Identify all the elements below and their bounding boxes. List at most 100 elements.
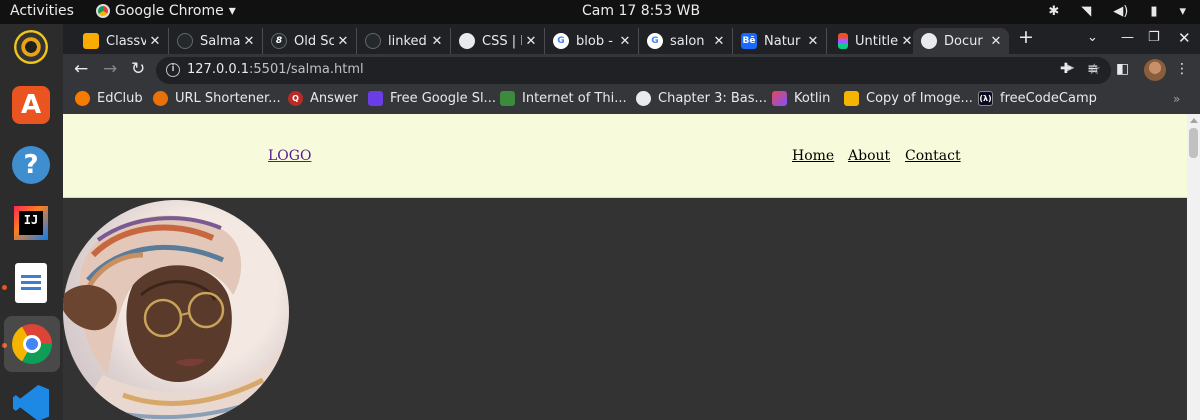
bookmark-freecodecamp[interactable]: (λ) freeCodeCamp: [978, 91, 1097, 106]
bookmark-internet-of-things[interactable]: Internet of Thi...: [500, 91, 627, 106]
tab-7[interactable]: G salon ✕: [639, 28, 733, 54]
bookmark-url-shortener[interactable]: URL Shortener...: [153, 91, 281, 106]
chrome-menu-icon[interactable]: ⋮: [1175, 61, 1189, 77]
nav-about-link[interactable]: About: [848, 148, 890, 164]
dock-vscode[interactable]: [8, 380, 54, 420]
media-controls-icon[interactable]: ≡: [1087, 61, 1099, 77]
profile-photo: [63, 200, 289, 420]
tab-9[interactable]: Untitle ✕: [827, 28, 921, 54]
github-icon: [177, 33, 193, 49]
new-tab-button[interactable]: +: [1018, 26, 1034, 48]
url-host: 127.0.0.1: [187, 62, 250, 77]
globe-icon: [459, 33, 475, 49]
bookmark-edclub[interactable]: EdClub: [75, 91, 143, 106]
tab-10-active[interactable]: Docur ✕: [913, 28, 1009, 54]
back-arrow-icon[interactable]: ←: [74, 59, 88, 79]
tab-3[interactable]: 8 Old Sc ✕: [263, 28, 357, 54]
nav-home-link[interactable]: Home: [792, 148, 834, 164]
bookmark-label: Copy of Imoge...: [866, 91, 973, 106]
tab-6[interactable]: G blob - ✕: [545, 28, 639, 54]
volume-icon[interactable]: ◀): [1113, 4, 1128, 19]
tab-8[interactable]: Bē Natur ✕: [733, 28, 827, 54]
profile-avatar[interactable]: [1144, 59, 1166, 81]
tab-strip: Classv ✕ Salma ✕ 8 Old Sc ✕ linked ✕ CSS…: [63, 24, 1200, 54]
dock-help[interactable]: ?: [8, 142, 54, 188]
close-tab-icon[interactable]: ✕: [146, 34, 164, 49]
software-center-icon: A: [12, 86, 50, 124]
url-text[interactable]: 127.0.0.1:5501/salma.html: [187, 62, 364, 77]
tab-2[interactable]: Salma ✕: [169, 28, 263, 54]
document-icon: [15, 263, 47, 303]
tab-search-icon[interactable]: ⌄: [1087, 30, 1098, 45]
edclub-icon: [75, 91, 90, 106]
page-scrollbar[interactable]: [1187, 114, 1200, 420]
chrome-icon: [12, 324, 52, 364]
nav-contact-link[interactable]: Contact: [905, 148, 961, 164]
running-indicator: [2, 285, 7, 290]
tab-1[interactable]: Classv ✕: [75, 28, 169, 54]
dock-document-viewer[interactable]: [8, 260, 54, 306]
tab-5[interactable]: CSS | li ✕: [451, 28, 545, 54]
system-top-bar: Activities Google Chrome ▾ Cam 17 8:53 W…: [0, 0, 1200, 24]
bookmark-label: URL Shortener...: [175, 91, 281, 106]
chrome-small-icon: [96, 4, 110, 18]
help-icon: ?: [12, 146, 50, 184]
more-bookmarks-icon[interactable]: »: [1173, 92, 1180, 106]
globe-icon: [921, 33, 937, 49]
bookmark-label: Internet of Thi...: [522, 91, 627, 106]
close-tab-icon[interactable]: ✕: [334, 34, 352, 49]
scroll-up-arrow-icon[interactable]: [1190, 118, 1198, 123]
system-clock[interactable]: Cam 17 8:53 WB: [582, 3, 700, 19]
system-menu-arrow-icon[interactable]: ▾: [1179, 4, 1186, 19]
tab-4[interactable]: linked ✕: [357, 28, 451, 54]
dock-chrome[interactable]: [4, 316, 60, 372]
restore-button[interactable]: ❐: [1148, 30, 1160, 45]
intellij-icon: IJ: [14, 206, 48, 240]
freecodecamp-icon: (λ): [978, 91, 993, 106]
close-tab-icon[interactable]: ✕: [522, 34, 540, 49]
bookmark-free-google-slides[interactable]: Free Google Sl...: [368, 91, 496, 106]
browser-toolbar: ← → ↻ i 127.0.0.1:5501/salma.html ➤ ☆ ✚ …: [63, 54, 1200, 86]
iot-icon: [500, 91, 515, 106]
kotlin-icon: [772, 91, 787, 106]
bookmark-label: Free Google Sl...: [390, 91, 496, 106]
wifi-icon[interactable]: ◥: [1081, 4, 1091, 19]
dropdown-arrow-icon: ▾: [228, 3, 236, 19]
battery-icon[interactable]: ▮: [1150, 4, 1157, 19]
dock-rhythmbox[interactable]: [8, 24, 54, 70]
side-panel-icon[interactable]: ◧: [1116, 61, 1129, 77]
reload-icon[interactable]: ↻: [131, 59, 145, 79]
app-menu[interactable]: Google Chrome ▾: [96, 3, 236, 19]
bookmark-label: Kotlin: [794, 91, 831, 106]
bookmark-answer[interactable]: Q Answer: [288, 91, 358, 106]
bookmark-label: Chapter 3: Bas...: [658, 91, 767, 106]
dock-intellij[interactable]: IJ: [8, 200, 54, 246]
bookmark-kotlin[interactable]: Kotlin: [772, 91, 830, 106]
close-tab-icon[interactable]: ✕: [616, 34, 634, 49]
close-window-button[interactable]: ✕: [1178, 29, 1191, 47]
portrait-illustration: [63, 215, 289, 420]
activities-button[interactable]: Activities: [10, 3, 74, 19]
system-tray[interactable]: ✱ ◥ ◀) ▮ ▾: [1048, 4, 1186, 19]
close-tab-icon[interactable]: ✕: [804, 34, 822, 49]
slack-tray-icon[interactable]: ✱: [1048, 4, 1059, 19]
address-bar[interactable]: i 127.0.0.1:5501/salma.html ➤ ☆: [156, 57, 1111, 84]
rhythmbox-icon: [14, 30, 48, 64]
extensions-icon[interactable]: ✚: [1060, 61, 1072, 77]
quora-icon: Q: [288, 91, 303, 106]
close-tab-icon[interactable]: ✕: [428, 34, 446, 49]
dock-software[interactable]: A: [8, 82, 54, 128]
bookmark-copy-of-imoge[interactable]: Copy of Imoge...: [844, 91, 973, 106]
google-icon: G: [647, 33, 663, 49]
minimize-button[interactable]: —: [1121, 30, 1134, 45]
forward-arrow-icon[interactable]: →: [103, 59, 117, 79]
bootstrap-icon: 8: [271, 33, 287, 49]
close-tab-icon[interactable]: ✕: [240, 34, 258, 49]
site-info-icon[interactable]: i: [166, 63, 180, 77]
logo-link[interactable]: LOGO: [268, 148, 311, 164]
scrollbar-thumb[interactable]: [1189, 128, 1198, 158]
close-tab-icon[interactable]: ✕: [710, 34, 728, 49]
bookmark-chapter-3[interactable]: Chapter 3: Bas...: [636, 91, 767, 106]
close-tab-icon[interactable]: ✕: [987, 34, 1005, 49]
classroom-icon: [83, 33, 99, 49]
